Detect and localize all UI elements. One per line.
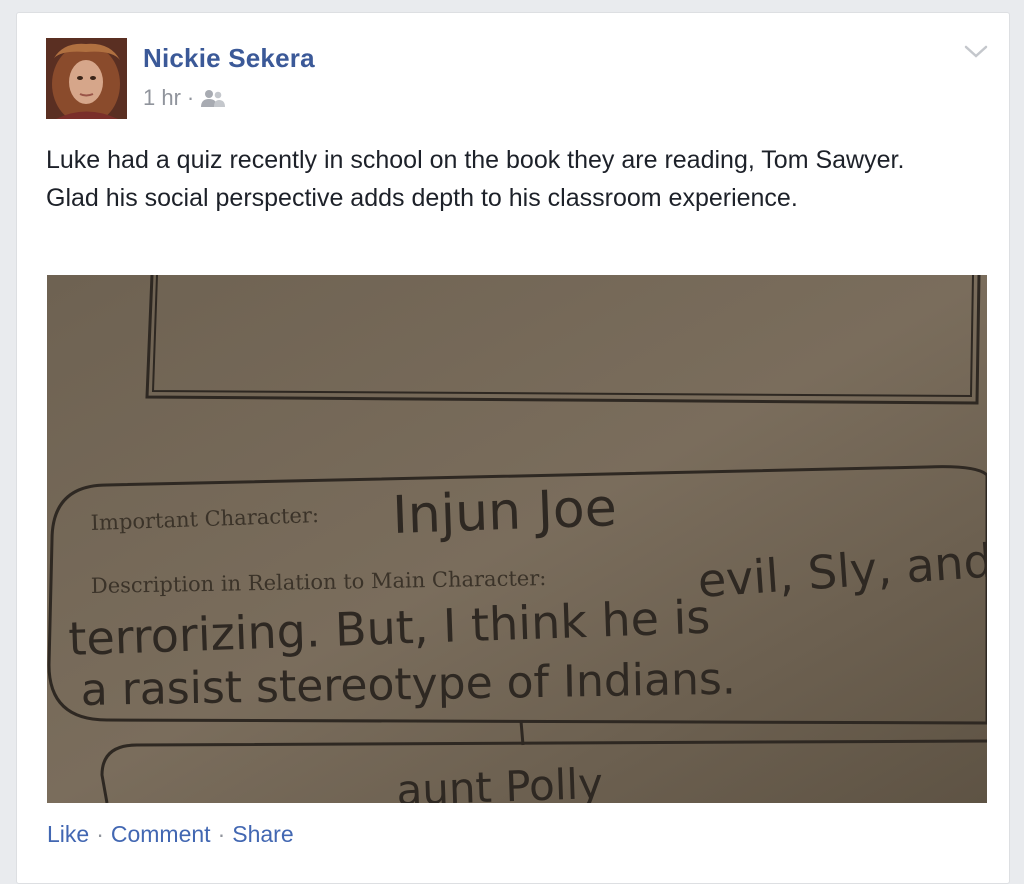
action-separator: ·	[96, 821, 104, 847]
post-photo[interactable]: Important Character: Injun Joe Descripti…	[47, 275, 987, 803]
answer-important-character: Injun Joe	[391, 478, 617, 546]
post-actions: Like · Comment · Share	[47, 821, 294, 848]
post-card: Nickie Sekera 1 hr · Luke had a quiz rec…	[16, 12, 1010, 884]
avatar[interactable]	[46, 38, 127, 119]
friends-icon[interactable]	[200, 88, 226, 108]
action-separator: ·	[217, 821, 226, 847]
author-name-link[interactable]: Nickie Sekera	[143, 43, 315, 74]
post-meta: 1 hr ·	[143, 85, 226, 111]
chevron-down-icon[interactable]	[963, 43, 989, 61]
comment-link[interactable]: Comment	[111, 821, 211, 848]
answer-next-character: aunt Polly	[396, 759, 604, 803]
post-text: Luke had a quiz recently in school on th…	[46, 146, 905, 212]
meta-separator: ·	[186, 85, 195, 110]
share-link[interactable]: Share	[232, 821, 293, 848]
like-link[interactable]: Like	[47, 821, 89, 848]
timestamp-link[interactable]: 1 hr	[143, 85, 181, 111]
